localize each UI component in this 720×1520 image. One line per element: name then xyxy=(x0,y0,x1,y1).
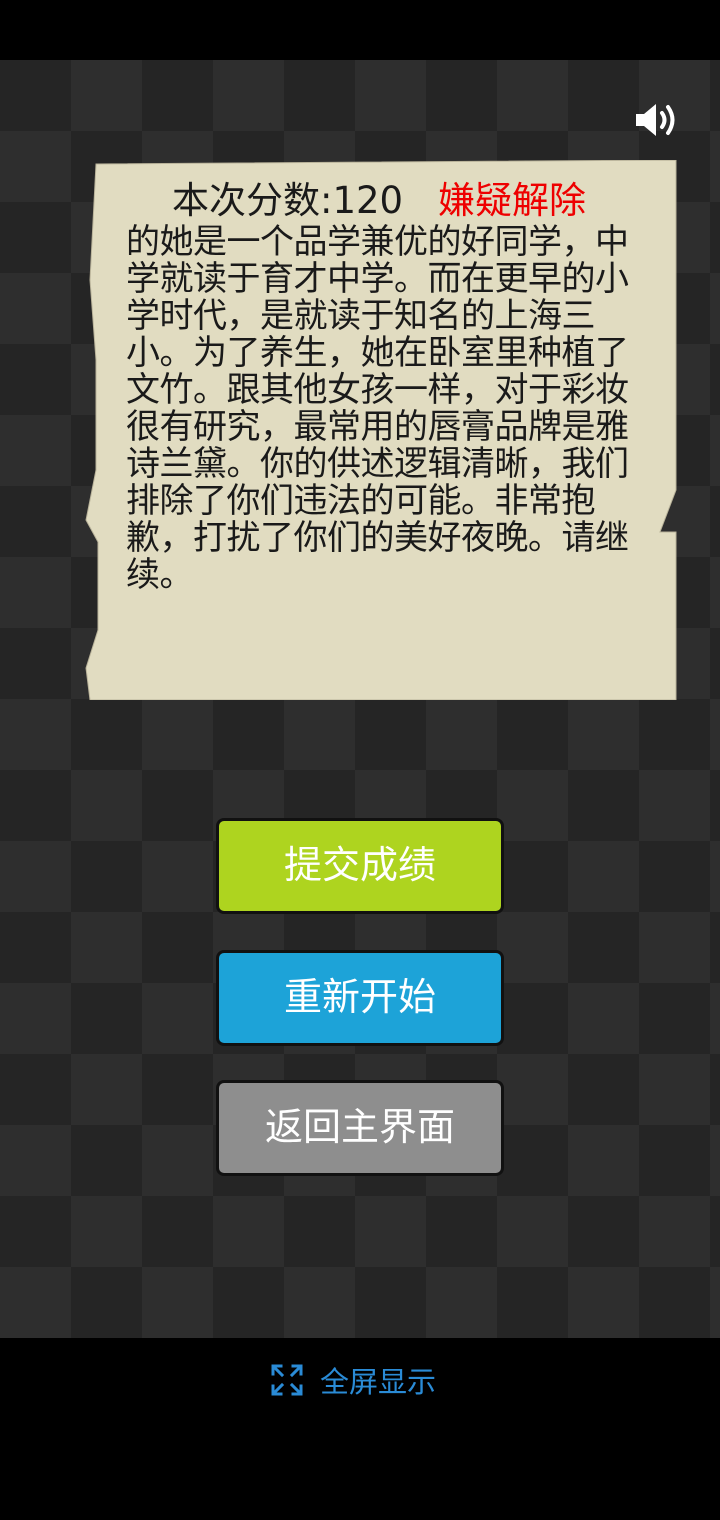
game-screen: 本次分数:120 嫌疑解除 的她是一个品学兼优的好同学，中学就读于育才中学。而在… xyxy=(0,60,720,1338)
bottom-bar: 全屏显示 xyxy=(0,1338,720,1520)
expand-icon xyxy=(271,1364,303,1396)
sound-toggle-button[interactable] xyxy=(634,100,680,140)
fullscreen-label: 全屏显示 xyxy=(320,1365,437,1399)
speaker-icon xyxy=(636,104,675,136)
verdict-label: 嫌疑解除 xyxy=(438,179,586,222)
fullscreen-button[interactable]: 全屏显示 xyxy=(270,1360,436,1400)
result-card: 本次分数:120 嫌疑解除 的她是一个品学兼优的好同学，中学就读于育才中学。而在… xyxy=(84,160,680,700)
story-text: 的她是一个品学兼优的好同学，中学就读于育才中学。而在更早的小学时代，是就读于知名… xyxy=(126,222,629,595)
score-label: 本次分数:120 xyxy=(172,179,404,222)
score-line: 本次分数:120 嫌疑解除 xyxy=(84,164,680,222)
status-bar xyxy=(0,0,720,60)
restart-button[interactable]: 重新开始 xyxy=(216,950,504,1046)
submit-score-button[interactable]: 提交成绩 xyxy=(216,818,504,914)
return-home-button[interactable]: 返回主界面 xyxy=(216,1080,504,1176)
